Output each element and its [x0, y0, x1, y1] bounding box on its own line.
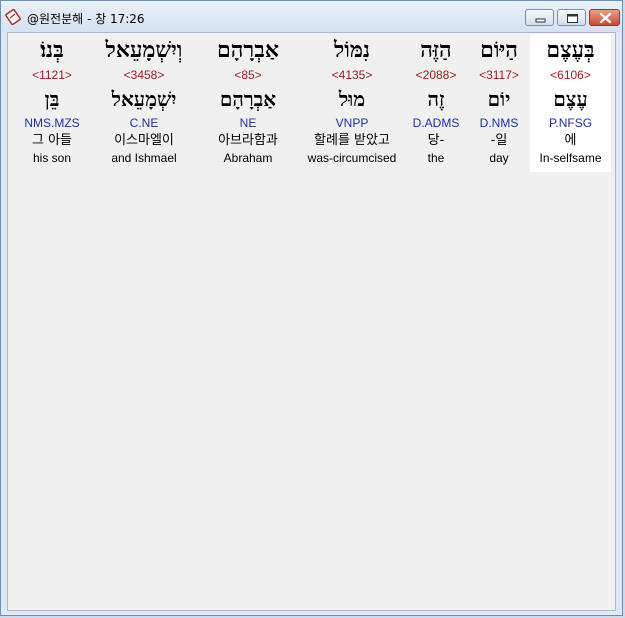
morphology-code: C.NE — [129, 116, 159, 130]
close-icon — [599, 12, 612, 24]
english-gloss: was-circumcised — [307, 151, 397, 165]
hebrew-word: אַבְרָהָם — [217, 37, 279, 63]
english-gloss: Abraham — [223, 151, 273, 165]
strong-number: <3117> — [479, 68, 519, 82]
hebrew-word: הַיּוֹם — [480, 37, 518, 63]
korean-gloss: 할례를 받았고 — [314, 133, 390, 148]
english-gloss: In-selfsame — [539, 151, 602, 165]
word-column[interactable]: אַבְרָהָם <85> אַבְרָהָם NE 아브라함과 Abraham — [196, 34, 300, 172]
hebrew-root: עֶצֶם — [553, 87, 588, 111]
strong-number: <1121> — [32, 68, 72, 82]
korean-gloss: 에 — [564, 133, 577, 148]
strong-number: <6106> — [550, 68, 591, 82]
korean-gloss: 당- — [427, 133, 445, 148]
window-title: @원전분해 - 창 17:26 — [27, 12, 145, 26]
app-icon[interactable] — [5, 8, 21, 26]
hebrew-word: בְּעֶצֶם — [546, 37, 595, 63]
title-bar[interactable]: @원전분해 - 창 17:26 — [1, 1, 622, 32]
english-gloss: the — [427, 151, 445, 165]
morphology-code: NE — [239, 116, 257, 130]
english-gloss: and Ishmael — [111, 151, 177, 165]
hebrew-root: זֶה — [427, 87, 445, 111]
word-columns: בְּעֶצֶם <6106> עֶצֶם P.NFSG 에 In-selfsame הַי… — [12, 34, 611, 172]
hebrew-root: אַבְרָהָם — [219, 87, 277, 111]
word-column[interactable]: הַזֶּה <2088> זֶה D.ADMS 당-the — [404, 34, 468, 172]
korean-gloss: 그 아들 — [31, 133, 72, 148]
morphology-code: P.NFSG — [548, 116, 593, 130]
korean-gloss: -일 — [490, 133, 508, 148]
hebrew-word: בְּנוֹ׃ — [40, 37, 64, 63]
strong-number: <2088> — [415, 68, 457, 82]
morphology-code: VNPP — [335, 116, 369, 130]
app-window: @원전분해 - 창 17:26 בְּעֶצֶם <6106> עֶצֶם P.NFS… — [0, 0, 623, 616]
hebrew-root: יִשְׁמָעֵאל — [111, 87, 177, 111]
word-analysis-panel: בְּעֶצֶם <6106> עֶצֶם P.NFSG 에 In-selfsame הַי… — [7, 32, 616, 611]
word-column[interactable]: בְּנוֹ׃ <1121> בֵּן NMS.MZS 그 아들 his son — [12, 34, 92, 172]
word-column[interactable]: הַיּוֹם <3117> יוֹם D.NMS -일 day — [468, 34, 530, 172]
close-button[interactable] — [589, 9, 620, 26]
english-gloss: his son — [32, 151, 72, 165]
hebrew-word: וְיִשְׁמָעֵאל — [105, 37, 183, 63]
hebrew-root: יוֹם — [487, 87, 511, 111]
hebrew-word: נִמּוֹל — [333, 37, 371, 63]
morphology-code: NMS.MZS — [24, 116, 80, 130]
korean-gloss: 아브라함과 — [218, 133, 278, 148]
minimize-icon — [535, 18, 546, 23]
strong-number: <4135> — [331, 68, 373, 82]
strong-number: <3458> — [123, 68, 165, 82]
english-gloss: day — [489, 151, 509, 165]
word-column[interactable]: בְּעֶצֶם <6106> עֶצֶם P.NFSG 에 In-selfsame — [530, 34, 611, 172]
hebrew-root: בֵּן — [44, 87, 60, 111]
morphology-code: D.NMS — [479, 116, 519, 130]
strong-number: <85> — [234, 68, 262, 82]
word-column[interactable]: נִמּוֹל <4135> מוּל VNPP 할례를 받았고 was-circumci… — [300, 34, 404, 172]
hebrew-word: הַזֶּה — [420, 37, 452, 63]
maximize-icon — [567, 14, 578, 23]
korean-gloss: 이스마엘이 — [114, 133, 174, 148]
hebrew-root: מוּל — [338, 87, 366, 111]
word-column[interactable]: וְיִשְׁמָעֵאל <3458> יִשְׁמָעֵאל C.NE 이스마엘이 a… — [92, 34, 196, 172]
maximize-button[interactable] — [557, 9, 586, 26]
minimize-button[interactable] — [525, 9, 554, 26]
morphology-code: D.ADMS — [412, 116, 460, 130]
